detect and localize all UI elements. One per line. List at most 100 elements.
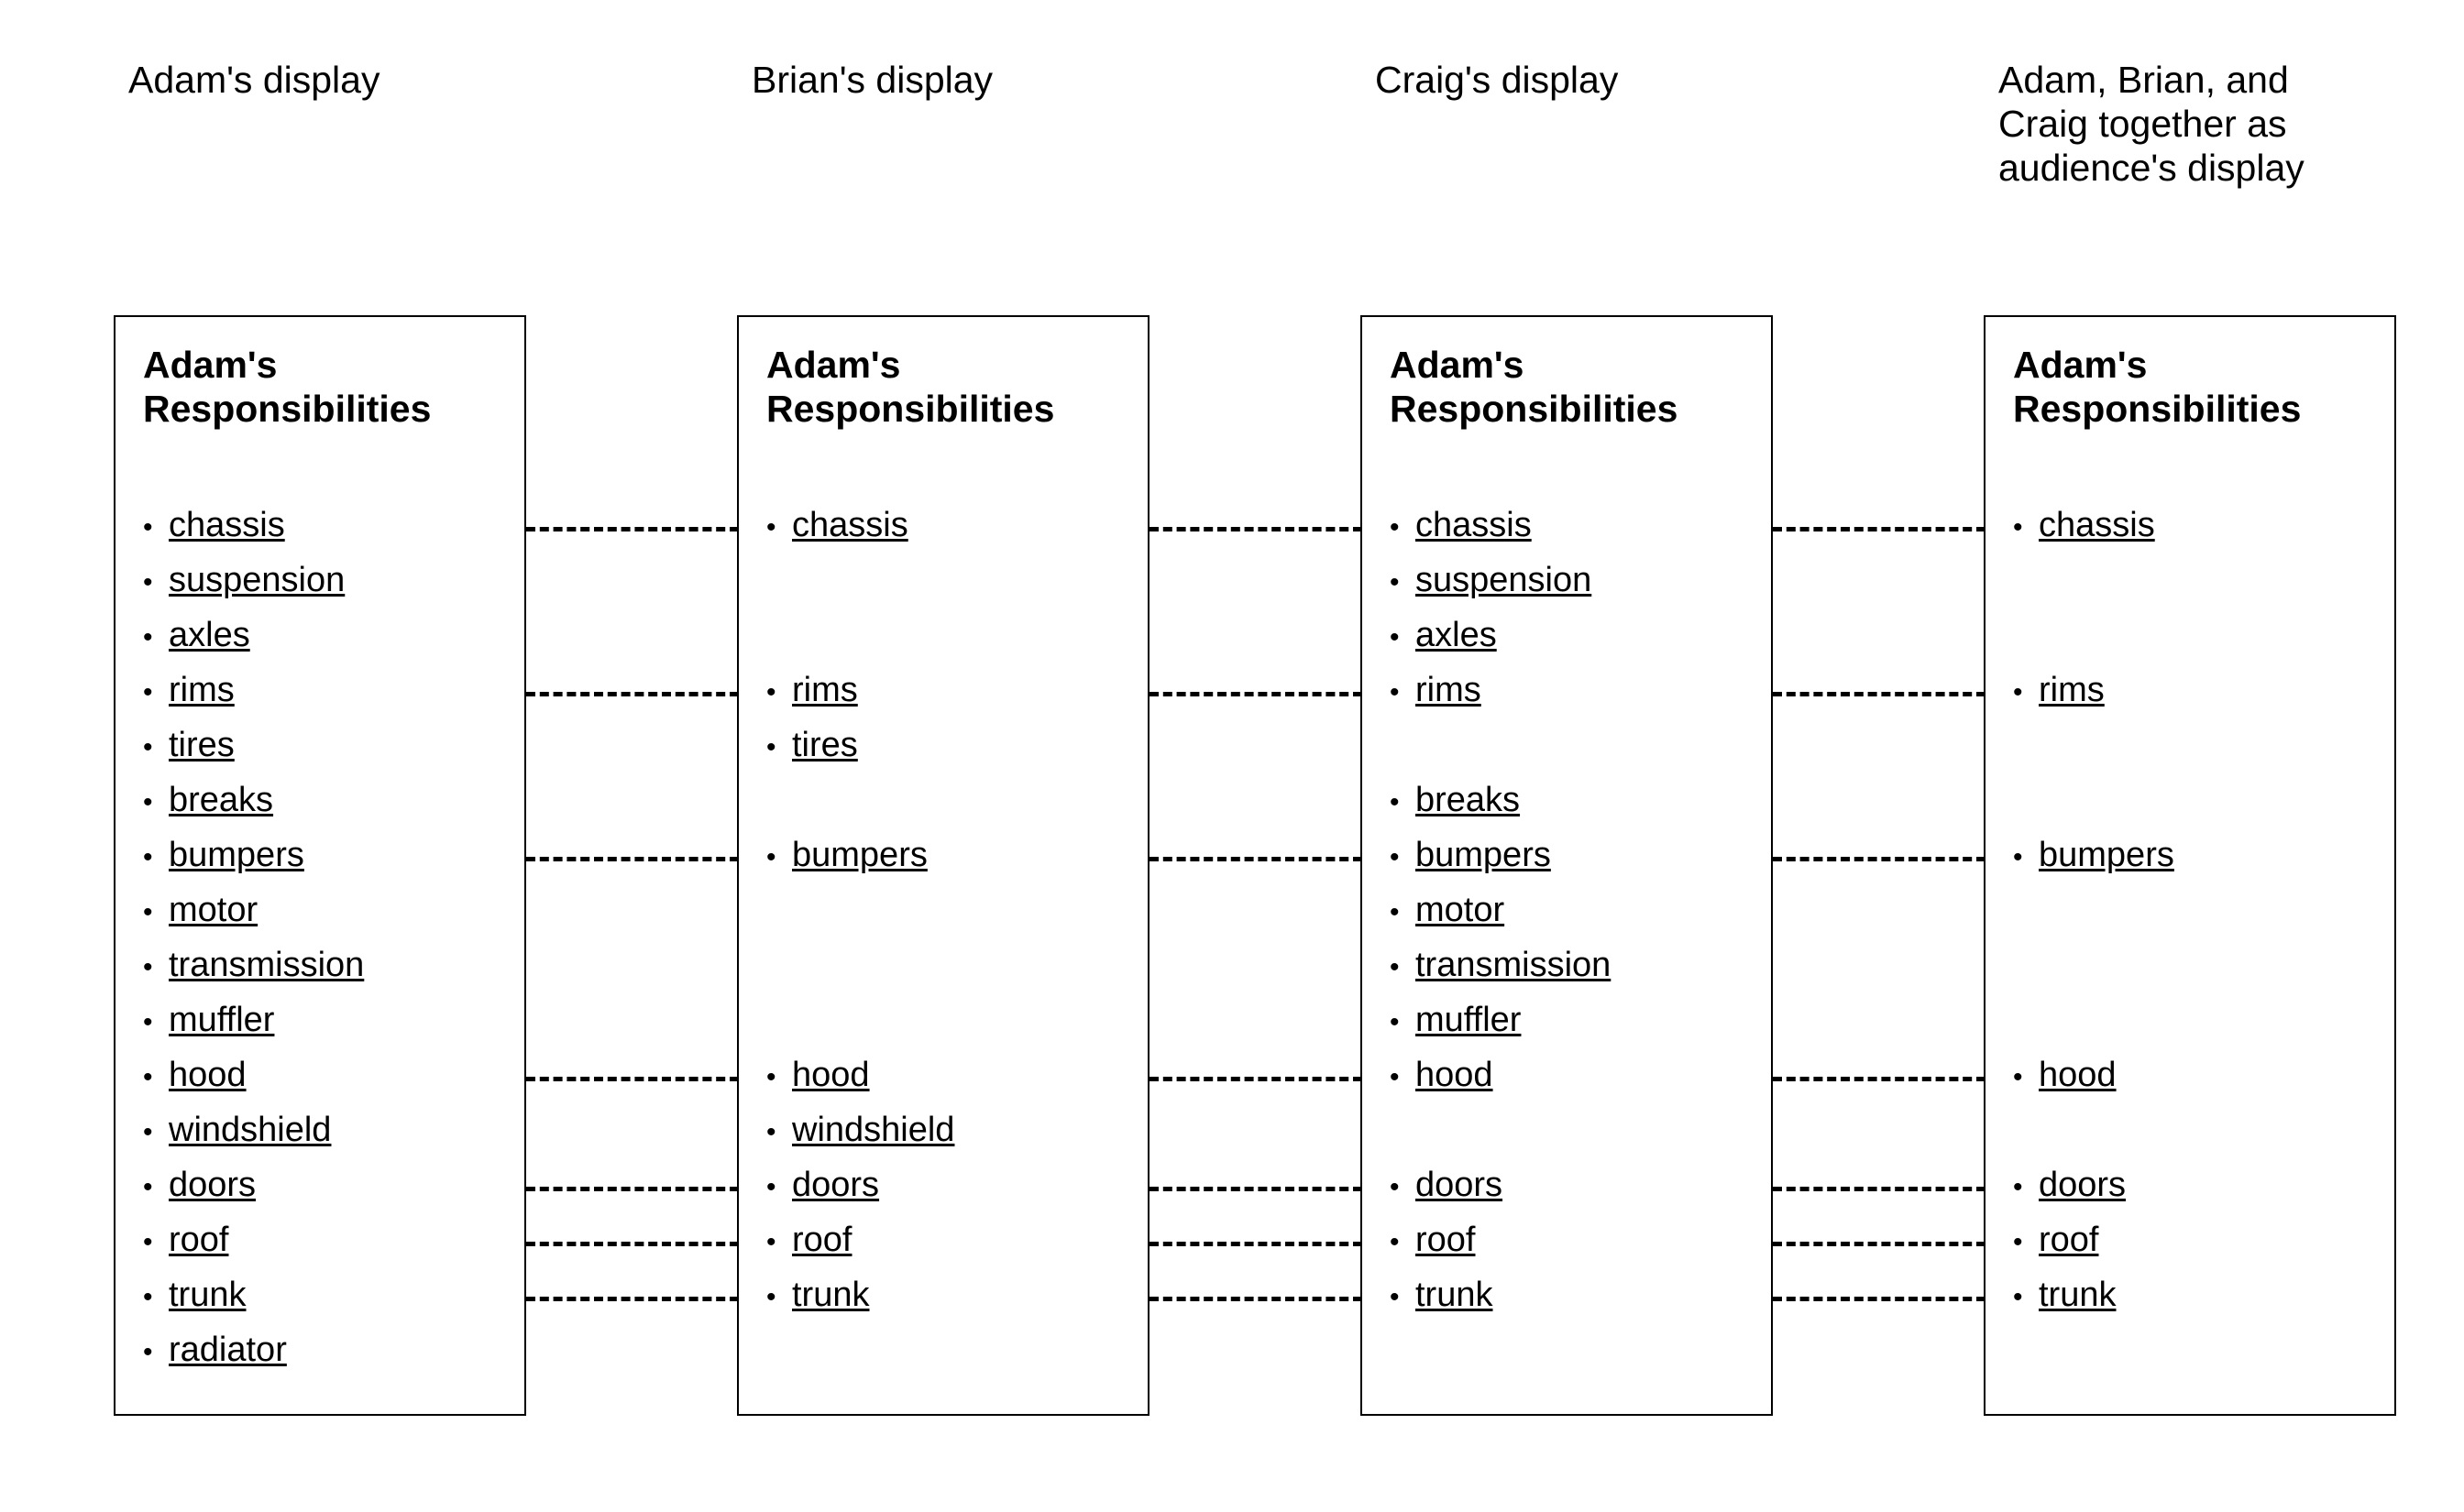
bullet-icon: • xyxy=(143,897,153,927)
list-item[interactable]: • bumpers xyxy=(766,827,1142,882)
bullet-icon: • xyxy=(766,842,776,872)
list-item[interactable]: • hood xyxy=(143,1047,519,1102)
connector-line xyxy=(1150,527,1362,531)
list-item[interactable]: • tires xyxy=(143,718,519,772)
bullet-icon: • xyxy=(766,512,776,542)
list-item[interactable]: • roof xyxy=(766,1212,1142,1267)
bullet-icon: • xyxy=(1390,1172,1400,1202)
list-item[interactable]: • breaks xyxy=(1390,772,1766,827)
list-item[interactable]: • chassis xyxy=(766,498,1142,553)
list-item[interactable]: • rims xyxy=(2013,663,2389,718)
bullet-icon: • xyxy=(143,567,153,597)
list-item-label: bumpers xyxy=(1415,836,1551,874)
bullet-icon: • xyxy=(2013,512,2023,542)
display-box-craig: Adam's Responsibilities • chassis • suspens… xyxy=(1360,315,1773,1416)
list-item[interactable]: • transmission xyxy=(1390,937,1766,992)
list-item[interactable]: • suspension xyxy=(143,553,519,608)
list-item-label: doors xyxy=(2039,1166,2127,1204)
list-item[interactable]: • suspension xyxy=(1390,553,1766,608)
bullet-icon: • xyxy=(2013,1062,2023,1092)
list-item[interactable]: • rims xyxy=(143,663,519,718)
list-item[interactable]: • doors xyxy=(766,1157,1142,1212)
list-item[interactable]: • muffler xyxy=(143,992,519,1047)
list-item[interactable]: • roof xyxy=(2013,1212,2389,1267)
bullet-icon: • xyxy=(143,1172,153,1202)
list-item[interactable]: • hood xyxy=(2013,1047,2389,1102)
list-item-label: trunk xyxy=(792,1276,870,1314)
list-item[interactable]: • motor xyxy=(143,882,519,937)
connector-line xyxy=(1773,1242,1986,1246)
bullet-icon: • xyxy=(143,787,153,817)
list-item-label: roof xyxy=(792,1221,852,1259)
list-item[interactable]: • rims xyxy=(766,663,1142,718)
list-item-label: axles xyxy=(1415,616,1497,654)
bullet-icon: • xyxy=(1390,677,1400,707)
bullet-icon: • xyxy=(2013,1227,2023,1257)
box-title: Adam's Responsibilities xyxy=(1390,344,1678,431)
list-item[interactable]: • motor xyxy=(1390,882,1766,937)
bullet-icon: • xyxy=(766,732,776,762)
list-item[interactable]: • tires xyxy=(766,718,1142,772)
connector-line xyxy=(1773,527,1986,531)
list-item[interactable]: • roof xyxy=(1390,1212,1766,1267)
list-item[interactable]: • windshield xyxy=(766,1102,1142,1157)
list-item-label: transmission xyxy=(1415,946,1612,984)
list-item[interactable]: • chassis xyxy=(2013,498,2389,553)
connector-line xyxy=(526,1242,739,1246)
bullet-icon: • xyxy=(766,1062,776,1092)
bullet-icon: • xyxy=(766,677,776,707)
list-item-label: doors xyxy=(1415,1166,1503,1204)
list-item[interactable]: • roof xyxy=(143,1212,519,1267)
connector-line xyxy=(1773,1077,1986,1081)
list-item[interactable]: • breaks xyxy=(143,772,519,827)
list-item[interactable]: • muffler xyxy=(1390,992,1766,1047)
connector-line xyxy=(1773,857,1986,861)
list-item[interactable]: • doors xyxy=(143,1157,519,1212)
list-item-label: hood xyxy=(169,1056,247,1094)
list-item[interactable]: • axles xyxy=(1390,608,1766,663)
connector-line xyxy=(1150,1297,1362,1301)
list-item-label: windshield xyxy=(792,1111,955,1149)
bullet-icon: • xyxy=(143,677,153,707)
list-item-label: trunk xyxy=(1415,1276,1493,1314)
list-item[interactable]: • doors xyxy=(2013,1157,2389,1212)
list-item-label: doors xyxy=(792,1166,880,1204)
bullet-icon: • xyxy=(143,1117,153,1147)
list-item-label: roof xyxy=(1415,1221,1476,1259)
box-title: Adam's Responsibilities xyxy=(766,344,1055,431)
display-box-brian: Adam's Responsibilities •chassis•••rims•… xyxy=(737,315,1150,1416)
list-item[interactable]: • rims xyxy=(1390,663,1766,718)
connector-line xyxy=(1150,692,1362,696)
list-item[interactable]: • radiator xyxy=(143,1322,519,1377)
list-item[interactable]: • chassis xyxy=(143,498,519,553)
list-item[interactable]: • trunk xyxy=(1390,1267,1766,1322)
list-item-label: bumpers xyxy=(169,836,304,874)
list-item[interactable]: • hood xyxy=(1390,1047,1766,1102)
bullet-icon: • xyxy=(2013,1282,2023,1312)
list-item-label: rims xyxy=(169,671,235,709)
list-item-label: bumpers xyxy=(792,836,928,874)
list-item[interactable]: • trunk xyxy=(2013,1267,2389,1322)
bullet-icon: • xyxy=(1390,567,1400,597)
list-item-label: radiator xyxy=(169,1331,287,1369)
list-item[interactable]: • windshield xyxy=(143,1102,519,1157)
list-item[interactable]: • doors xyxy=(1390,1157,1766,1212)
list-item[interactable]: • bumpers xyxy=(2013,827,2389,882)
display-box-audience: Adam's Responsibilities •chassis•••rims•… xyxy=(1984,315,2396,1416)
list-item[interactable]: • axles xyxy=(143,608,519,663)
box-title: Adam's Responsibilities xyxy=(2013,344,2302,431)
bullet-icon: • xyxy=(766,1282,776,1312)
list-item-label: suspension xyxy=(1415,561,1592,599)
list-item[interactable]: • bumpers xyxy=(1390,827,1766,882)
list-item[interactable]: • chassis xyxy=(1390,498,1766,553)
list-item[interactable]: • trunk xyxy=(766,1267,1142,1322)
list-item[interactable]: • hood xyxy=(766,1047,1142,1102)
bullet-icon: • xyxy=(2013,1172,2023,1202)
list-item[interactable]: • trunk xyxy=(143,1267,519,1322)
bullet-icon: • xyxy=(143,1337,153,1367)
list-item[interactable]: • bumpers xyxy=(143,827,519,882)
bullet-icon: • xyxy=(1390,1227,1400,1257)
list-item-label: windshield xyxy=(169,1111,332,1149)
list-item[interactable]: • transmission xyxy=(143,937,519,992)
bullet-icon: • xyxy=(766,1227,776,1257)
